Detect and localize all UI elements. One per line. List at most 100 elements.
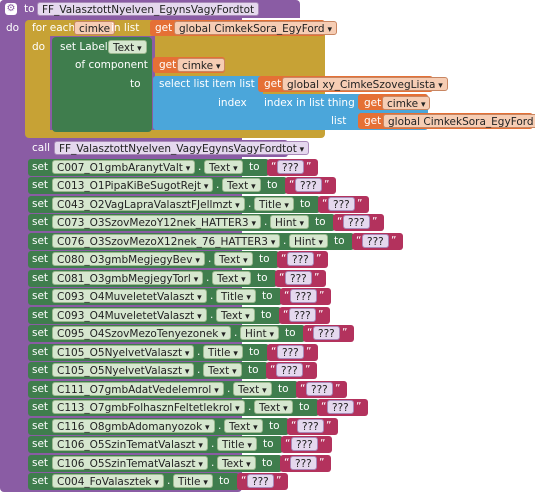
text-value-field[interactable]: ??? xyxy=(306,382,333,396)
component-dropdown[interactable]: C093_O4MuveletetValaszt xyxy=(52,289,207,303)
set-keyword: set xyxy=(32,364,49,376)
component-dropdown[interactable]: C093_O4MuveletetValaszt xyxy=(52,308,207,322)
xy-list-dropdown[interactable]: global xy_CimkeSzovegLista xyxy=(282,77,448,91)
select-list-item-label: select list item list xyxy=(159,78,255,90)
text-value-field[interactable]: ??? xyxy=(287,252,314,266)
text-value-field[interactable]: ??? xyxy=(343,215,370,229)
dot-separator: . xyxy=(210,309,214,321)
text-value-field[interactable]: ??? xyxy=(277,160,304,174)
cimke-dropdown[interactable]: cimke xyxy=(177,58,226,72)
to-keyword: to xyxy=(334,235,345,247)
text-value-field[interactable]: ??? xyxy=(327,400,354,414)
property-dropdown[interactable]: Text xyxy=(217,456,256,470)
property-dropdown[interactable]: Text xyxy=(214,252,253,266)
open-quote: “ xyxy=(281,253,287,265)
set-keyword: set xyxy=(32,235,49,247)
dot-separator: . xyxy=(211,438,215,450)
close-quote: ” xyxy=(324,179,330,191)
label-property-dropdown[interactable]: Text xyxy=(108,40,147,54)
text-value-field[interactable]: ??? xyxy=(277,345,304,359)
open-quote: “ xyxy=(270,364,276,376)
text-value-field[interactable]: ??? xyxy=(297,419,324,433)
procedure-to-keyword: to xyxy=(24,3,35,15)
property-dropdown[interactable]: Hint xyxy=(240,326,279,340)
component-dropdown[interactable]: C105_O5NyelvetValaszt xyxy=(52,363,195,377)
text-value-field[interactable]: ??? xyxy=(290,289,317,303)
text-value-field[interactable]: ??? xyxy=(295,178,322,192)
property-dropdown[interactable]: Text xyxy=(212,271,251,285)
close-quote: ” xyxy=(319,290,325,302)
property-dropdown[interactable]: Text xyxy=(254,400,293,414)
open-quote: “ xyxy=(285,438,291,450)
text-value-field[interactable]: ??? xyxy=(290,456,317,470)
dot-separator: . xyxy=(216,179,220,191)
component-dropdown[interactable]: C111_O7gmbAdatVedelemrol xyxy=(52,382,224,396)
component-dropdown[interactable]: C105_O5NyelvetValaszt xyxy=(52,345,195,359)
text-value-field[interactable]: ??? xyxy=(313,326,340,340)
set-keyword: set xyxy=(32,309,49,321)
gear-icon[interactable]: ⚙ xyxy=(5,3,17,15)
component-dropdown[interactable]: C113_O7gmbFolhasznFeltetlekrol xyxy=(52,400,245,414)
property-dropdown[interactable]: Title xyxy=(216,289,256,303)
of-component-label: of component xyxy=(75,59,148,71)
property-dropdown[interactable]: Text xyxy=(224,419,263,433)
property-dropdown[interactable]: Title xyxy=(203,345,243,359)
component-dropdown[interactable]: C080_O3gmbMegjegyBev xyxy=(52,252,205,266)
call-procedure-dropdown[interactable]: FF_ValasztottNyelven_VagyEgynsVagyFordto… xyxy=(54,141,310,155)
property-dropdown[interactable]: Text xyxy=(204,160,243,174)
for-each-do-keyword: do xyxy=(32,41,46,53)
component-dropdown[interactable]: C116_O8gmbAdomanyozok xyxy=(52,419,215,433)
component-dropdown[interactable]: C073_O3SzovMezoY12nek_HATTER3 xyxy=(52,215,261,229)
property-dropdown[interactable]: Text xyxy=(222,178,261,192)
component-dropdown[interactable]: C013_O1PipaKiBeSugotRejt xyxy=(52,178,214,192)
to-keyword: to xyxy=(248,364,259,376)
property-dropdown[interactable]: Hint xyxy=(289,234,328,248)
text-value-field[interactable]: ??? xyxy=(328,197,355,211)
close-quote: ” xyxy=(305,364,311,376)
open-quote: “ xyxy=(283,309,289,321)
component-dropdown[interactable]: C081_O3gmbMegjegyTorl xyxy=(52,271,204,285)
open-quote: “ xyxy=(284,290,290,302)
text-value-field[interactable]: ??? xyxy=(285,271,312,285)
text-value-field[interactable]: ??? xyxy=(289,308,316,322)
close-quote: ” xyxy=(314,272,320,284)
property-dropdown[interactable]: Title xyxy=(217,437,257,451)
get-label: get xyxy=(159,59,177,71)
component-dropdown[interactable]: C007_O1gmbAranytValt xyxy=(52,160,196,174)
procedure-name-field[interactable]: FF_ValasztottNyelven_EgynsVagyFordtot xyxy=(37,2,260,16)
dot-separator: . xyxy=(227,383,231,395)
component-dropdown[interactable]: C106_O5SzinTematValaszt xyxy=(52,437,208,451)
to-keyword: to xyxy=(300,198,311,210)
text-value-field[interactable]: ??? xyxy=(247,474,274,488)
component-dropdown[interactable]: C043_O2VagLapraValasztFJellmzt xyxy=(52,197,245,211)
global-list-dropdown-2[interactable]: global CimkekSora_EgyFord xyxy=(383,114,535,128)
dot-separator: . xyxy=(208,253,212,265)
component-dropdown[interactable]: C004_FoValasztek xyxy=(52,474,164,488)
for-each-var-field[interactable]: cimke xyxy=(74,21,116,35)
text-value-field[interactable]: ??? xyxy=(291,437,318,451)
text-value-field[interactable]: ??? xyxy=(276,363,303,377)
to-keyword: to xyxy=(219,475,230,487)
component-dropdown[interactable]: C095_O4SzovMezoTenyezonek xyxy=(52,326,231,340)
property-dropdown[interactable]: Hint xyxy=(270,215,309,229)
component-dropdown[interactable]: C076_O3SzovMezoX12nek_76_HATTER3 xyxy=(52,234,281,248)
to-keyword: to xyxy=(278,383,289,395)
close-quote: ” xyxy=(306,161,312,173)
property-dropdown[interactable]: Text xyxy=(203,363,242,377)
to-keyword: to xyxy=(249,161,260,173)
to-keyword: to xyxy=(315,216,326,228)
property-dropdown[interactable]: Title xyxy=(254,197,294,211)
set-keyword: set xyxy=(32,457,49,469)
component-dropdown[interactable]: C106_O5SzinTematValaszt xyxy=(52,456,208,470)
set-keyword: set xyxy=(32,290,49,302)
close-quote: ” xyxy=(320,438,326,450)
property-dropdown[interactable]: Title xyxy=(173,474,213,488)
close-quote: ” xyxy=(357,198,363,210)
to-keyword: to xyxy=(261,309,272,321)
open-quote: “ xyxy=(321,401,327,413)
global-list-dropdown[interactable]: global CimkekSora_EgyFord xyxy=(174,21,337,35)
property-dropdown[interactable]: Text xyxy=(216,308,255,322)
thing-dropdown[interactable]: cimke xyxy=(382,96,431,110)
text-value-field[interactable]: ??? xyxy=(362,234,389,248)
property-dropdown[interactable]: Text xyxy=(233,382,272,396)
